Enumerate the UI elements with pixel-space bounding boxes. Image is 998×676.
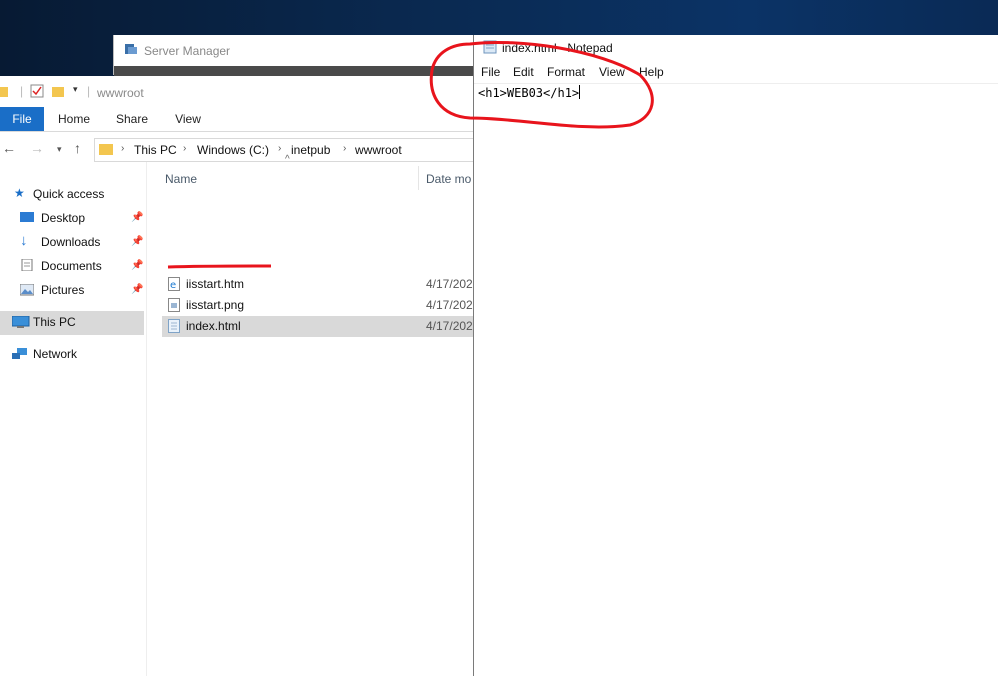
notepad-menu-bar: File Edit Format View Help — [474, 65, 998, 84]
new-folder-icon[interactable] — [52, 85, 66, 97]
menu-file[interactable]: File — [481, 65, 500, 79]
tab-view[interactable]: View — [166, 107, 210, 131]
chevron-right-icon[interactable]: › — [183, 143, 186, 154]
navigation-bar: ← → ▾ ↑ › This PC › Windows (C:) › inetp… — [0, 136, 481, 162]
chevron-right-icon[interactable]: › — [121, 143, 124, 154]
ribbon-tabs: File Home Share View — [0, 107, 473, 132]
column-header-date[interactable]: Date mo — [426, 172, 471, 186]
chevron-right-icon[interactable]: › — [278, 143, 281, 154]
toolbar-divider: | — [87, 84, 91, 98]
pin-icon[interactable]: 📌 — [131, 284, 143, 295]
column-divider[interactable] — [418, 166, 419, 190]
nav-item-this-pc[interactable]: This PC — [0, 311, 144, 335]
nav-item-quick-access[interactable]: ★ Quick access — [0, 183, 144, 207]
notepad-text-area[interactable]: <h1>WEB03</h1> — [478, 85, 581, 100]
menu-view[interactable]: View — [599, 65, 625, 79]
column-header-name[interactable]: Name — [165, 172, 197, 186]
tab-home[interactable]: Home — [52, 107, 96, 131]
quick-access-toolbar: | ▾ | wwwroot — [0, 76, 473, 106]
breadcrumb-this-pc[interactable]: This PC — [134, 143, 177, 157]
sort-up-icon: ^ — [285, 154, 290, 165]
properties-icon[interactable] — [30, 84, 44, 98]
server-manager-window[interactable]: Server Manager — [113, 35, 494, 76]
notepad-content: <h1>WEB03</h1> — [478, 86, 580, 100]
nav-item-desktop[interactable]: Desktop 📌 — [0, 207, 144, 231]
text-caret — [579, 85, 581, 99]
nav-item-pictures[interactable]: Pictures 📌 — [0, 279, 144, 303]
download-arrow-icon: ↓ — [20, 232, 28, 249]
chevron-right-icon[interactable]: › — [343, 143, 346, 154]
server-manager-title: Server Manager — [144, 44, 231, 58]
nav-item-network[interactable]: Network — [0, 343, 144, 367]
file-row-selected[interactable]: index.html 4/17/202 — [162, 316, 473, 337]
customize-toolbar-icon[interactable]: ▾ — [73, 84, 78, 95]
notepad-window[interactable]: index.html - Notepad File Edit Format Vi… — [473, 35, 998, 676]
pin-icon[interactable]: 📌 — [131, 236, 143, 247]
file-list: ^ Name Date mo e iisstart.htm 4/17/202 i… — [147, 154, 473, 676]
star-icon: ★ — [14, 186, 25, 200]
server-manager-icon — [125, 44, 137, 54]
breadcrumb-wwwroot[interactable]: wwwroot — [355, 143, 402, 157]
html-file-icon — [168, 319, 180, 333]
file-row[interactable]: e iisstart.htm 4/17/202 — [162, 274, 473, 295]
network-icon — [12, 348, 27, 359]
nav-item-documents[interactable]: Documents 📌 — [0, 255, 144, 279]
explorer-window-title: wwwroot — [97, 86, 144, 100]
file-row[interactable]: iisstart.png 4/17/202 — [162, 295, 473, 316]
menu-edit[interactable]: Edit — [513, 65, 534, 79]
breadcrumb-windows-c[interactable]: Windows (C:) — [197, 143, 269, 157]
pictures-icon — [20, 284, 34, 296]
toolbar-divider: | — [20, 84, 24, 98]
computer-icon — [12, 316, 30, 328]
pin-icon[interactable]: 📌 — [131, 260, 143, 271]
file-explorer-window[interactable]: | ▾ | wwwroot File Home Share View ← → ▾… — [0, 76, 481, 676]
menu-help[interactable]: Help — [639, 65, 664, 79]
documents-icon — [21, 259, 33, 271]
breadcrumb-inetpub[interactable]: inetpub — [291, 143, 330, 157]
back-arrow-icon[interactable]: ← — [2, 140, 16, 156]
svg-text:e: e — [170, 280, 176, 291]
ie-document-icon: e — [168, 277, 180, 291]
nav-item-downloads[interactable]: ↓ Downloads 📌 — [0, 231, 144, 255]
navigation-pane: ★ Quick access Desktop 📌 ↓ Downloads 📌 D… — [0, 176, 146, 676]
desktop-folder-icon — [20, 212, 34, 222]
recent-locations-icon[interactable]: ▾ — [57, 144, 62, 155]
tab-file[interactable]: File — [0, 107, 44, 131]
notepad-icon — [483, 40, 497, 54]
server-manager-header-bar — [114, 66, 494, 76]
folder-icon — [0, 87, 8, 97]
pin-icon[interactable]: 📌 — [131, 212, 143, 223]
folder-icon — [99, 144, 113, 155]
up-arrow-icon[interactable]: ↑ — [74, 140, 81, 156]
forward-arrow-icon[interactable]: → — [30, 140, 44, 156]
menu-format[interactable]: Format — [547, 65, 585, 79]
notepad-title: index.html - Notepad — [502, 41, 613, 55]
image-file-icon — [168, 298, 180, 312]
tab-share[interactable]: Share — [110, 107, 154, 131]
